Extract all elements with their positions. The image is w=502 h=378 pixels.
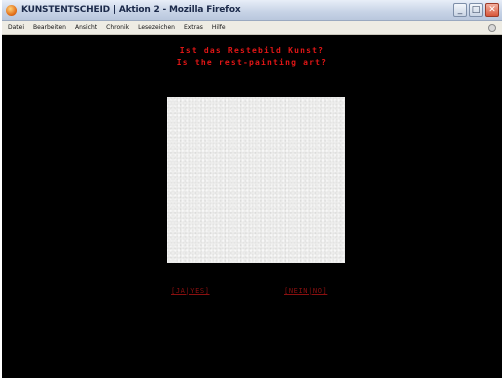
menu-bar: Datei Bearbeiten Ansicht Chronik Lesezei…: [2, 21, 502, 35]
menu-lesezeichen[interactable]: Lesezeichen: [138, 24, 175, 31]
menu-ansicht[interactable]: Ansicht: [75, 24, 97, 31]
title-bar: KUNSTENTSCHEID | Aktion 2 - Mozilla Fire…: [2, 0, 502, 21]
no-answer-link[interactable]: [NEIN|NO]: [284, 287, 327, 295]
page-content: Ist das Restebild Kunst? Is the rest-pai…: [2, 36, 502, 378]
menu-extras[interactable]: Extras: [184, 24, 203, 31]
yes-answer-link[interactable]: [JA|YES]: [171, 287, 210, 295]
close-button[interactable]: ✕: [485, 3, 499, 17]
question-heading-de: Ist das Restebild Kunst?: [179, 46, 325, 55]
menu-bearbeiten[interactable]: Bearbeiten: [33, 24, 66, 31]
menu-datei[interactable]: Datei: [8, 24, 24, 31]
browser-window: KUNSTENTSCHEID | Aktion 2 - Mozilla Fire…: [2, 0, 502, 378]
menu-chronik[interactable]: Chronik: [106, 24, 129, 31]
menu-hilfe[interactable]: Hilfe: [212, 24, 226, 31]
window-title: KUNSTENTSCHEID | Aktion 2 - Mozilla Fire…: [21, 5, 241, 15]
question-heading-en: Is the rest-painting art?: [176, 58, 328, 67]
rest-painting-image: [167, 97, 345, 263]
firefox-icon: [6, 4, 17, 16]
maximize-button[interactable]: □: [469, 3, 483, 17]
throbber-icon: [488, 24, 496, 32]
minimize-button[interactable]: _: [453, 3, 467, 17]
window-controls: _ □ ✕: [453, 3, 499, 17]
